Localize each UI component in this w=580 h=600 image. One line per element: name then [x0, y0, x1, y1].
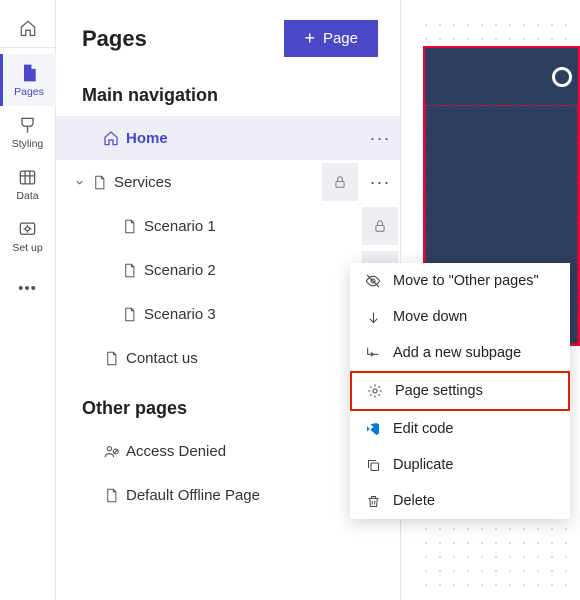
- panel-title: Pages: [82, 26, 147, 52]
- page-icon: [88, 175, 110, 190]
- section-other-pages: Other pages: [56, 380, 400, 429]
- arrow-down-icon: [364, 310, 382, 325]
- lock-icon[interactable]: [362, 207, 398, 245]
- ctx-move-to-other[interactable]: Move to "Other pages": [350, 263, 570, 299]
- tree-item-label: Home: [122, 130, 360, 147]
- rail-label: Styling: [12, 138, 44, 150]
- section-main-nav: Main navigation: [56, 67, 400, 116]
- item-menu-button[interactable]: ···: [360, 172, 400, 193]
- page-icon: [118, 307, 140, 322]
- ctx-label: Edit code: [393, 421, 453, 437]
- chevron-down-icon[interactable]: [70, 177, 88, 188]
- table-icon: [17, 166, 39, 188]
- rail-home[interactable]: [0, 8, 56, 48]
- pages-icon: [18, 62, 40, 84]
- lock-icon[interactable]: [322, 163, 358, 201]
- other-tree: Access Denied Default Offline Page: [56, 429, 400, 517]
- tree-item-home[interactable]: Home ···: [56, 116, 400, 160]
- panel-header: Pages + Page: [56, 0, 400, 67]
- rail-label: Data: [16, 190, 38, 202]
- app-rail: Pages Styling Data Set up •••: [0, 0, 56, 600]
- ctx-move-down[interactable]: Move down: [350, 299, 570, 335]
- page-tree: Home ··· Services ··· Scenario 1: [56, 116, 400, 380]
- add-page-label: Page: [323, 30, 358, 47]
- tree-item-services[interactable]: Services ···: [56, 160, 400, 204]
- tree-item-label: Services: [110, 174, 320, 191]
- ctx-label: Add a new subpage: [393, 345, 521, 361]
- page-icon: [100, 488, 122, 503]
- more-icon: •••: [17, 277, 39, 299]
- tree-item-scenario3[interactable]: Scenario 3: [56, 292, 400, 336]
- item-menu-button[interactable]: ···: [360, 128, 400, 149]
- rail-label: Pages: [14, 86, 44, 98]
- page-icon: [100, 351, 122, 366]
- tree-item-offline[interactable]: Default Offline Page: [56, 473, 400, 517]
- tree-item-contact[interactable]: Contact us: [56, 336, 400, 380]
- home-icon: [100, 130, 122, 146]
- access-denied-icon: [100, 443, 122, 460]
- trash-icon: [364, 494, 382, 509]
- ctx-label: Move to "Other pages": [393, 273, 539, 289]
- duplicate-icon: [364, 458, 382, 473]
- tree-item-label: Scenario 2: [140, 262, 360, 279]
- ctx-page-settings[interactable]: Page settings: [350, 371, 570, 411]
- loader-icon: [552, 67, 572, 87]
- rail-item-setup[interactable]: Set up: [0, 210, 56, 262]
- brush-icon: [17, 114, 39, 136]
- tree-item-label: Scenario 1: [140, 218, 360, 235]
- ctx-edit-code[interactable]: Edit code: [350, 411, 570, 447]
- rail-item-styling[interactable]: Styling: [0, 106, 56, 158]
- subpage-icon: [364, 345, 382, 361]
- tree-item-scenario2[interactable]: Scenario 2: [56, 248, 400, 292]
- page-icon: [118, 219, 140, 234]
- tree-item-label: Scenario 3: [140, 306, 360, 323]
- ctx-label: Delete: [393, 493, 435, 509]
- canvas-header-strip[interactable]: [425, 48, 578, 106]
- tree-item-access-denied[interactable]: Access Denied: [56, 429, 400, 473]
- ctx-delete[interactable]: Delete: [350, 483, 570, 519]
- add-page-button[interactable]: + Page: [284, 20, 378, 57]
- eye-off-icon: [364, 273, 382, 289]
- plus-icon: +: [304, 28, 315, 49]
- context-menu: Move to "Other pages" Move down Add a ne…: [350, 263, 570, 519]
- ctx-duplicate[interactable]: Duplicate: [350, 447, 570, 483]
- setup-icon: [17, 218, 39, 240]
- page-icon: [118, 263, 140, 278]
- gear-icon: [366, 383, 384, 399]
- home-icon: [19, 19, 37, 37]
- ctx-add-subpage[interactable]: Add a new subpage: [350, 335, 570, 371]
- ctx-label: Move down: [393, 309, 467, 325]
- ctx-label: Page settings: [395, 383, 483, 399]
- rail-item-pages[interactable]: Pages: [0, 54, 56, 106]
- ctx-label: Duplicate: [393, 457, 453, 473]
- vscode-icon: [364, 421, 382, 437]
- rail-label: Set up: [12, 242, 42, 254]
- rail-item-data[interactable]: Data: [0, 158, 56, 210]
- rail-item-more[interactable]: •••: [0, 262, 56, 314]
- tree-item-scenario1[interactable]: Scenario 1: [56, 204, 400, 248]
